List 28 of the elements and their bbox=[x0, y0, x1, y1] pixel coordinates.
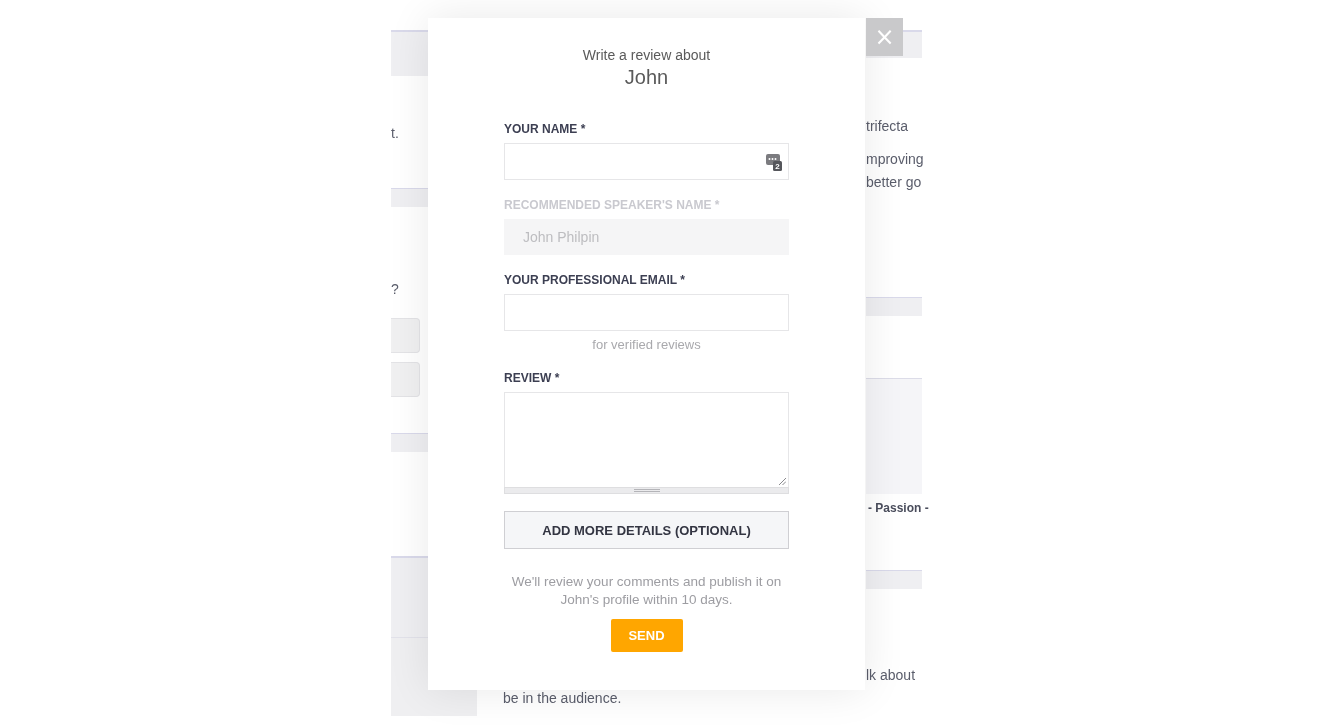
background-panel bbox=[866, 297, 922, 316]
background-panel bbox=[391, 30, 428, 76]
background-text: be in the audience. bbox=[503, 690, 622, 706]
details-button[interactable]: ADD MORE DETAILS (OPTIONAL) bbox=[504, 511, 789, 549]
background-text: - Passion - bbox=[868, 500, 929, 516]
background-text: mproving bbox=[866, 150, 924, 168]
text-field[interactable] bbox=[504, 294, 789, 331]
background-panel bbox=[391, 188, 428, 207]
background-control[interactable] bbox=[391, 362, 420, 397]
grip-lines-icon bbox=[633, 489, 660, 492]
background-text: lk about bbox=[866, 666, 916, 684]
background-control[interactable] bbox=[391, 318, 420, 353]
notice-text: We'll review your comments and publish it on John's profile within 10 days. bbox=[510, 573, 783, 609]
text-field[interactable]: 2 bbox=[504, 143, 789, 180]
field-label: YOUR NAME * bbox=[504, 122, 587, 136]
background-text: better go bbox=[866, 173, 922, 191]
background-text: ? bbox=[391, 280, 399, 298]
resize-grip-icon[interactable] bbox=[778, 477, 786, 485]
background-text: t. bbox=[391, 124, 399, 142]
field-label: YOUR PROFESSIONAL EMAIL * bbox=[504, 273, 686, 287]
background-panel bbox=[391, 433, 428, 452]
dialog-subject: John bbox=[624, 66, 669, 88]
resize-handle[interactable] bbox=[504, 487, 789, 494]
dialog-heading: Write a review about bbox=[582, 46, 711, 64]
hint-text: for verified reviews bbox=[591, 337, 702, 353]
background-panel bbox=[866, 570, 922, 589]
background-text: trifecta bbox=[866, 117, 908, 135]
field-label: REVIEW * bbox=[504, 371, 561, 385]
